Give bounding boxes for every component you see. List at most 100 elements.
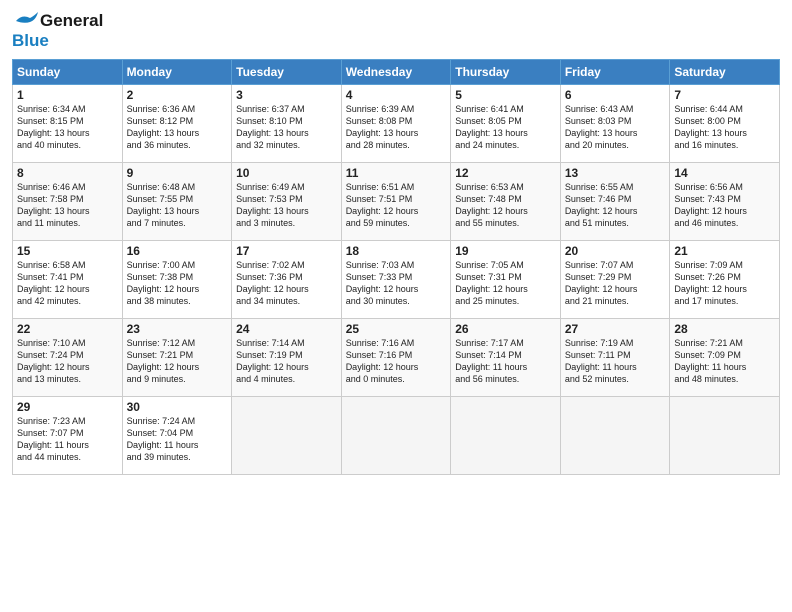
day-info: Sunrise: 6:44 AM Sunset: 8:00 PM Dayligh…: [674, 103, 775, 152]
day-info: Sunrise: 6:55 AM Sunset: 7:46 PM Dayligh…: [565, 181, 666, 230]
day-number: 7: [674, 88, 775, 102]
week-row-5: 29Sunrise: 7:23 AM Sunset: 7:07 PM Dayli…: [13, 396, 780, 474]
col-header-monday: Monday: [122, 59, 232, 84]
calendar-cell: 10Sunrise: 6:49 AM Sunset: 7:53 PM Dayli…: [232, 162, 342, 240]
col-header-friday: Friday: [560, 59, 670, 84]
calendar-cell: 23Sunrise: 7:12 AM Sunset: 7:21 PM Dayli…: [122, 318, 232, 396]
calendar-cell: 9Sunrise: 6:48 AM Sunset: 7:55 PM Daylig…: [122, 162, 232, 240]
day-number: 15: [17, 244, 118, 258]
day-number: 12: [455, 166, 556, 180]
day-info: Sunrise: 7:21 AM Sunset: 7:09 PM Dayligh…: [674, 337, 775, 386]
day-info: Sunrise: 7:00 AM Sunset: 7:38 PM Dayligh…: [127, 259, 228, 308]
calendar-cell: 26Sunrise: 7:17 AM Sunset: 7:14 PM Dayli…: [451, 318, 561, 396]
day-info: Sunrise: 6:36 AM Sunset: 8:12 PM Dayligh…: [127, 103, 228, 152]
day-number: 11: [346, 166, 447, 180]
day-info: Sunrise: 6:39 AM Sunset: 8:08 PM Dayligh…: [346, 103, 447, 152]
col-header-saturday: Saturday: [670, 59, 780, 84]
day-info: Sunrise: 6:49 AM Sunset: 7:53 PM Dayligh…: [236, 181, 337, 230]
day-info: Sunrise: 6:34 AM Sunset: 8:15 PM Dayligh…: [17, 103, 118, 152]
page-container: General Blue SundayMondayTuesdayWednesda…: [0, 0, 792, 481]
calendar-cell: 21Sunrise: 7:09 AM Sunset: 7:26 PM Dayli…: [670, 240, 780, 318]
day-number: 2: [127, 88, 228, 102]
calendar-cell: 29Sunrise: 7:23 AM Sunset: 7:07 PM Dayli…: [13, 396, 123, 474]
day-info: Sunrise: 7:02 AM Sunset: 7:36 PM Dayligh…: [236, 259, 337, 308]
day-number: 29: [17, 400, 118, 414]
day-number: 14: [674, 166, 775, 180]
calendar-cell: [341, 396, 451, 474]
day-info: Sunrise: 6:43 AM Sunset: 8:03 PM Dayligh…: [565, 103, 666, 152]
logo-blue: Blue: [12, 32, 49, 51]
calendar-table: SundayMondayTuesdayWednesdayThursdayFrid…: [12, 59, 780, 475]
calendar-cell: 12Sunrise: 6:53 AM Sunset: 7:48 PM Dayli…: [451, 162, 561, 240]
day-info: Sunrise: 6:58 AM Sunset: 7:41 PM Dayligh…: [17, 259, 118, 308]
calendar-cell: 28Sunrise: 7:21 AM Sunset: 7:09 PM Dayli…: [670, 318, 780, 396]
day-number: 28: [674, 322, 775, 336]
day-number: 3: [236, 88, 337, 102]
day-number: 13: [565, 166, 666, 180]
day-number: 5: [455, 88, 556, 102]
day-number: 9: [127, 166, 228, 180]
calendar-cell: 30Sunrise: 7:24 AM Sunset: 7:04 PM Dayli…: [122, 396, 232, 474]
calendar-cell: 15Sunrise: 6:58 AM Sunset: 7:41 PM Dayli…: [13, 240, 123, 318]
day-number: 24: [236, 322, 337, 336]
day-number: 27: [565, 322, 666, 336]
calendar-cell: 11Sunrise: 6:51 AM Sunset: 7:51 PM Dayli…: [341, 162, 451, 240]
calendar-cell: 20Sunrise: 7:07 AM Sunset: 7:29 PM Dayli…: [560, 240, 670, 318]
day-number: 25: [346, 322, 447, 336]
calendar-cell: [451, 396, 561, 474]
calendar-cell: 1Sunrise: 6:34 AM Sunset: 8:15 PM Daylig…: [13, 84, 123, 162]
calendar-cell: 19Sunrise: 7:05 AM Sunset: 7:31 PM Dayli…: [451, 240, 561, 318]
day-info: Sunrise: 6:51 AM Sunset: 7:51 PM Dayligh…: [346, 181, 447, 230]
calendar-cell: 4Sunrise: 6:39 AM Sunset: 8:08 PM Daylig…: [341, 84, 451, 162]
calendar-cell: 24Sunrise: 7:14 AM Sunset: 7:19 PM Dayli…: [232, 318, 342, 396]
day-number: 6: [565, 88, 666, 102]
calendar-cell: 16Sunrise: 7:00 AM Sunset: 7:38 PM Dayli…: [122, 240, 232, 318]
day-info: Sunrise: 7:05 AM Sunset: 7:31 PM Dayligh…: [455, 259, 556, 308]
week-row-3: 15Sunrise: 6:58 AM Sunset: 7:41 PM Dayli…: [13, 240, 780, 318]
day-info: Sunrise: 6:53 AM Sunset: 7:48 PM Dayligh…: [455, 181, 556, 230]
day-number: 20: [565, 244, 666, 258]
calendar-cell: 3Sunrise: 6:37 AM Sunset: 8:10 PM Daylig…: [232, 84, 342, 162]
day-info: Sunrise: 7:23 AM Sunset: 7:07 PM Dayligh…: [17, 415, 118, 464]
calendar-cell: 17Sunrise: 7:02 AM Sunset: 7:36 PM Dayli…: [232, 240, 342, 318]
calendar-cell: [560, 396, 670, 474]
day-number: 17: [236, 244, 337, 258]
calendar-cell: 27Sunrise: 7:19 AM Sunset: 7:11 PM Dayli…: [560, 318, 670, 396]
calendar-cell: 14Sunrise: 6:56 AM Sunset: 7:43 PM Dayli…: [670, 162, 780, 240]
day-info: Sunrise: 6:37 AM Sunset: 8:10 PM Dayligh…: [236, 103, 337, 152]
calendar-cell: [232, 396, 342, 474]
day-info: Sunrise: 7:19 AM Sunset: 7:11 PM Dayligh…: [565, 337, 666, 386]
day-info: Sunrise: 6:56 AM Sunset: 7:43 PM Dayligh…: [674, 181, 775, 230]
day-number: 26: [455, 322, 556, 336]
calendar-cell: 7Sunrise: 6:44 AM Sunset: 8:00 PM Daylig…: [670, 84, 780, 162]
day-number: 23: [127, 322, 228, 336]
day-info: Sunrise: 7:16 AM Sunset: 7:16 PM Dayligh…: [346, 337, 447, 386]
day-info: Sunrise: 7:09 AM Sunset: 7:26 PM Dayligh…: [674, 259, 775, 308]
header-row: SundayMondayTuesdayWednesdayThursdayFrid…: [13, 59, 780, 84]
day-info: Sunrise: 6:48 AM Sunset: 7:55 PM Dayligh…: [127, 181, 228, 230]
week-row-2: 8Sunrise: 6:46 AM Sunset: 7:58 PM Daylig…: [13, 162, 780, 240]
calendar-cell: 6Sunrise: 6:43 AM Sunset: 8:03 PM Daylig…: [560, 84, 670, 162]
day-info: Sunrise: 6:41 AM Sunset: 8:05 PM Dayligh…: [455, 103, 556, 152]
day-number: 30: [127, 400, 228, 414]
day-number: 4: [346, 88, 447, 102]
col-header-wednesday: Wednesday: [341, 59, 451, 84]
day-number: 22: [17, 322, 118, 336]
day-info: Sunrise: 6:46 AM Sunset: 7:58 PM Dayligh…: [17, 181, 118, 230]
logo-bird-icon: [12, 10, 40, 32]
day-number: 19: [455, 244, 556, 258]
col-header-thursday: Thursday: [451, 59, 561, 84]
col-header-tuesday: Tuesday: [232, 59, 342, 84]
logo: General Blue: [12, 10, 103, 51]
calendar-cell: 13Sunrise: 6:55 AM Sunset: 7:46 PM Dayli…: [560, 162, 670, 240]
week-row-1: 1Sunrise: 6:34 AM Sunset: 8:15 PM Daylig…: [13, 84, 780, 162]
logo-text: General Blue: [12, 10, 103, 51]
col-header-sunday: Sunday: [13, 59, 123, 84]
day-number: 8: [17, 166, 118, 180]
week-row-4: 22Sunrise: 7:10 AM Sunset: 7:24 PM Dayli…: [13, 318, 780, 396]
calendar-cell: 18Sunrise: 7:03 AM Sunset: 7:33 PM Dayli…: [341, 240, 451, 318]
day-info: Sunrise: 7:03 AM Sunset: 7:33 PM Dayligh…: [346, 259, 447, 308]
day-info: Sunrise: 7:12 AM Sunset: 7:21 PM Dayligh…: [127, 337, 228, 386]
day-number: 1: [17, 88, 118, 102]
calendar-cell: [670, 396, 780, 474]
